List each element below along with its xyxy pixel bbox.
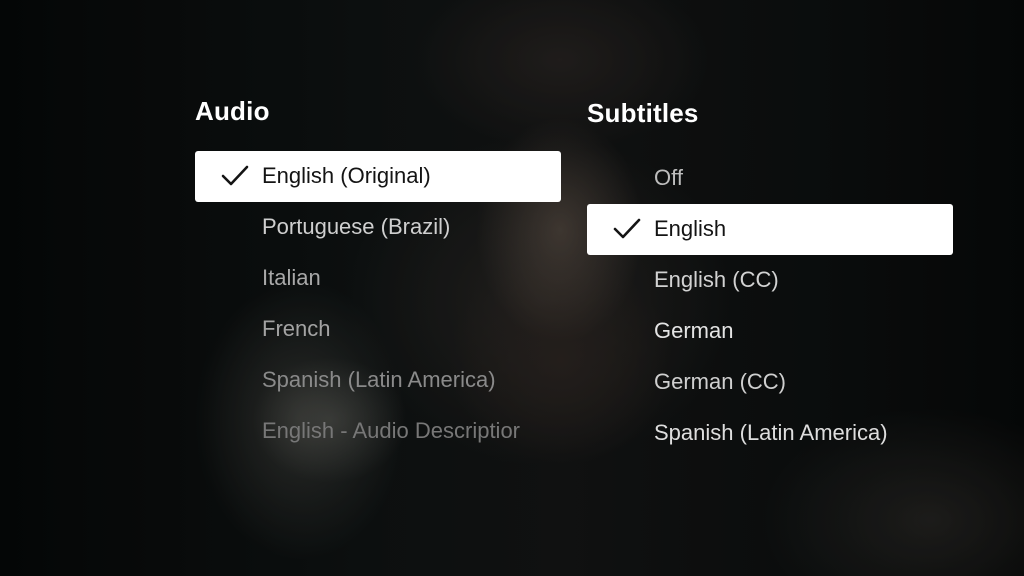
player-screen: Audio English (Original) Portuguese (Bra… <box>0 0 1024 576</box>
audio-option[interactable]: Portuguese (Brazil) <box>195 202 561 253</box>
audio-title: Audio <box>195 96 270 126</box>
subtitle-option-label: German <box>654 318 734 343</box>
audio-option[interactable]: English (Original) <box>195 151 561 202</box>
audio-option-label: Italian <box>262 265 321 290</box>
audio-option[interactable]: Spanish (Latin America) <box>195 355 561 406</box>
subtitles-options-list: Off English English (CC) German German (… <box>587 153 953 459</box>
subtitle-option[interactable]: German <box>587 306 953 357</box>
audio-option[interactable]: French <box>195 304 561 355</box>
checkmark-icon <box>613 218 641 239</box>
audio-option-label: English - Audio Descriptior <box>262 418 521 443</box>
subtitle-option-label: Spanish (Latin America) <box>654 420 888 445</box>
subtitle-option-label: English (CC) <box>654 267 779 292</box>
audio-option-label: Spanish (Latin America) <box>262 367 496 392</box>
checkmark-icon <box>221 165 249 186</box>
subtitle-option[interactable]: Spanish (Latin America) <box>587 408 953 459</box>
subtitle-option[interactable]: English (CC) <box>587 255 953 306</box>
subtitle-option-label: English <box>654 216 727 241</box>
subtitle-option-label: Off <box>654 165 683 190</box>
subtitle-option[interactable]: German (CC) <box>587 357 953 408</box>
audio-option-label: Portuguese (Brazil) <box>262 214 451 239</box>
audio-option[interactable]: English - Audio Descriptior <box>195 406 561 457</box>
audio-option-label: English (Original) <box>262 163 431 188</box>
subtitle-option[interactable]: English <box>587 204 953 255</box>
audio-option[interactable]: Italian <box>195 253 561 304</box>
audio-options-list: English (Original) Portuguese (Brazil) I… <box>195 151 561 457</box>
audio-option-label: French <box>262 316 331 341</box>
subtitle-option-label: German (CC) <box>654 369 787 394</box>
subtitles-title: Subtitles <box>587 98 699 128</box>
subtitle-option[interactable]: Off <box>587 153 953 204</box>
